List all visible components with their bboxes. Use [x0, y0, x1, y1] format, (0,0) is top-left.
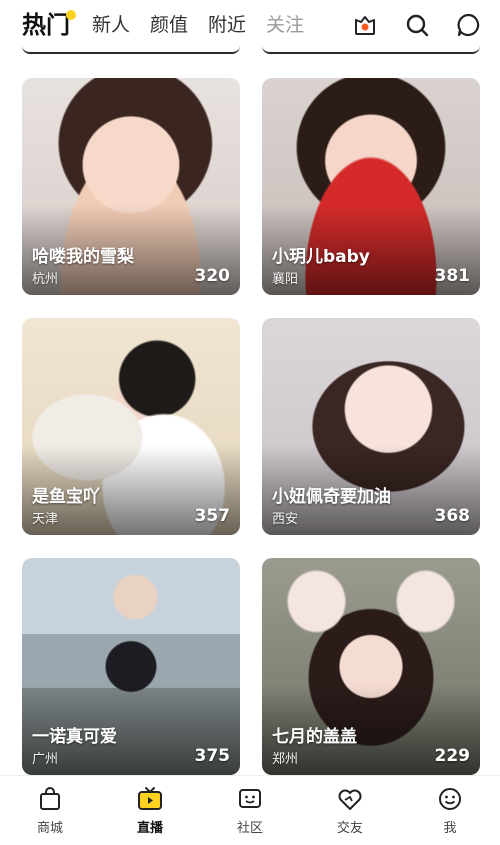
streamer-city: 西安 [272, 512, 299, 527]
live-card[interactable]: 小玥儿baby 襄阳 381 [262, 78, 480, 295]
streamer-name: 七月的盖盖 [272, 727, 357, 747]
message-icon[interactable] [456, 12, 482, 38]
community-icon [239, 789, 261, 808]
viewer-count: 320 [194, 266, 231, 286]
streamer-name: 哈喽我的雪梨 [32, 247, 134, 267]
live-card[interactable]: 小妞佩奇要加油 西安 368 [262, 318, 480, 535]
streamer-name: 小妞佩奇要加油 [272, 487, 391, 507]
profile-face-icon [439, 788, 461, 810]
card-edge-right [262, 44, 480, 54]
viewer-count: 381 [434, 266, 471, 286]
tab-new[interactable]: 新人 [92, 8, 130, 42]
viewer-count: 357 [194, 506, 231, 526]
nav-me[interactable]: 我 [400, 776, 500, 845]
streamer-name: 是鱼宝吖 [32, 487, 100, 507]
nav-label: 交友 [336, 821, 363, 836]
top-icons [352, 12, 482, 38]
heart-icon [338, 789, 362, 810]
live-camera-icon[interactable] [352, 12, 378, 38]
viewer-count: 368 [434, 506, 471, 526]
nav-label: 商城 [36, 821, 63, 836]
nav-live[interactable]: 直播 [100, 776, 200, 845]
streamer-name: 小玥儿baby [272, 247, 370, 267]
streamer-city: 天津 [32, 512, 59, 527]
streamer-city: 郑州 [272, 752, 299, 767]
tab-following[interactable]: 关注 [266, 8, 304, 42]
category-tabs: 热门 新人 颜值 附近 关注 [22, 8, 324, 42]
viewer-count: 229 [434, 746, 471, 766]
search-icon[interactable] [404, 12, 430, 38]
live-card[interactable]: 是鱼宝吖 天津 357 [22, 318, 240, 535]
nav-mall[interactable]: 商城 [0, 776, 100, 845]
streamer-name: 一诺真可爱 [32, 727, 117, 747]
tab-looks[interactable]: 颜值 [150, 8, 188, 42]
tab-nearby[interactable]: 附近 [208, 8, 246, 42]
shopping-bag-icon [40, 787, 60, 810]
streamer-city: 襄阳 [272, 272, 299, 287]
bottom-nav: 商城 直播 社区 交友 我 [0, 775, 500, 845]
nav-dating[interactable]: 交友 [300, 776, 400, 845]
tab-hot[interactable]: 热门 [22, 8, 76, 42]
card-edge-left [22, 44, 240, 54]
streamer-city: 广州 [32, 752, 59, 767]
tab-active-dot [66, 10, 76, 20]
live-tv-icon [138, 787, 162, 810]
live-card[interactable]: 七月的盖盖 郑州 229 [262, 558, 480, 775]
nav-label: 我 [443, 821, 457, 836]
tab-hot-label: 热门 [22, 11, 70, 39]
streamer-city: 杭州 [32, 272, 59, 287]
viewer-count: 375 [194, 746, 231, 766]
live-card[interactable]: 哈喽我的雪梨 杭州 320 [22, 78, 240, 295]
live-card[interactable]: 一诺真可爱 广州 375 [22, 558, 240, 775]
nav-community[interactable]: 社区 [200, 776, 300, 845]
nav-label: 直播 [136, 821, 163, 836]
nav-label: 社区 [236, 821, 263, 836]
